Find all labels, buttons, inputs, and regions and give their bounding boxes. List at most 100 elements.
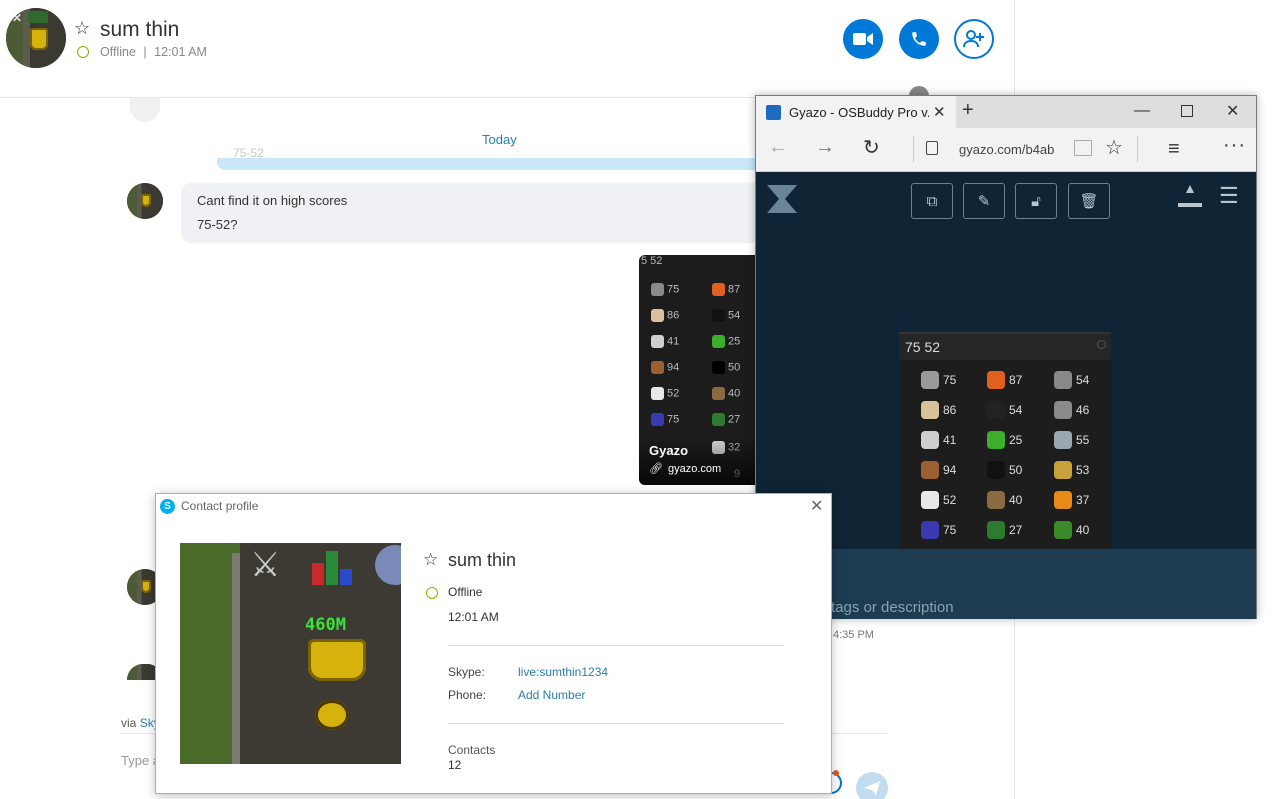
skill-level: 55 bbox=[1076, 433, 1090, 447]
add-number-link[interactable]: Add Number bbox=[518, 688, 585, 702]
unlock-button[interactable]: 🔓︎ bbox=[1015, 183, 1057, 219]
hitpoints-icon bbox=[987, 371, 1005, 389]
mask-icon bbox=[712, 361, 725, 374]
contact-name[interactable]: sum thin bbox=[100, 18, 179, 42]
message-bubble[interactable]: Cant find it on high scores 75-52? bbox=[181, 183, 801, 243]
video-camera-icon bbox=[853, 33, 873, 45]
thieving-icon bbox=[987, 461, 1005, 479]
smithing-icon bbox=[1054, 401, 1072, 419]
fishing-icon bbox=[1054, 431, 1072, 449]
more-icon[interactable]: ··· bbox=[1223, 134, 1246, 157]
skill-level: 46 bbox=[1076, 403, 1090, 417]
skill-cell: 25 bbox=[987, 431, 1022, 449]
skype-id-link[interactable]: live:sumthin1234 bbox=[518, 665, 608, 679]
screenshot-search-bar: 75 52 bbox=[899, 334, 1111, 360]
profile-favorite-star-icon[interactable]: ☆ bbox=[423, 550, 438, 570]
message-avatar[interactable] bbox=[127, 183, 163, 219]
profile-divider bbox=[448, 723, 784, 724]
refresh-icon[interactable]: ↻ bbox=[863, 135, 880, 160]
thumb-cell: 94 bbox=[651, 361, 679, 374]
thumb-cell: 50 bbox=[712, 361, 740, 374]
skill-cell: 37 bbox=[1054, 491, 1089, 509]
contact-avatar[interactable]: ✕ bbox=[6, 8, 66, 68]
edit-icon: ✎ bbox=[977, 193, 991, 210]
tab-close-icon[interactable]: ✕ bbox=[933, 103, 946, 121]
address-bar[interactable]: gyazo.com/b4ab bbox=[959, 142, 1054, 157]
skill-level: 41 bbox=[943, 433, 957, 447]
reading-view-icon[interactable] bbox=[1074, 140, 1092, 156]
herb-icon bbox=[712, 335, 725, 348]
gyazo-logo-icon[interactable] bbox=[767, 185, 797, 213]
minimize-button[interactable]: — bbox=[1134, 102, 1150, 120]
browser-tab[interactable]: Gyazo - OSBuddy Pro v. ✕ bbox=[756, 96, 956, 128]
notification-dot bbox=[833, 770, 839, 776]
preview-site-url: gyazo.com bbox=[667, 462, 722, 475]
phone-label: Phone: bbox=[448, 688, 487, 702]
close-window-button[interactable]: ✕ bbox=[1226, 101, 1239, 121]
browser-tabbar: Gyazo - OSBuddy Pro v. ✕ + — ✕ bbox=[756, 96, 1256, 128]
browser-navbar: ← → ↻ gyazo.com/b4ab ☆ ≡ ··· bbox=[756, 128, 1256, 172]
skill-cell: 86 bbox=[921, 401, 956, 419]
favorite-star-icon[interactable]: ☆ bbox=[1105, 135, 1123, 160]
cooking-icon bbox=[1054, 461, 1072, 479]
skill-level: 27 bbox=[1009, 523, 1023, 537]
gyazo-link-preview[interactable]: 5 52 75 87 86 54 41 25 94 50 52 40 75 27… bbox=[639, 255, 757, 485]
strength-icon bbox=[921, 401, 939, 419]
skill-cell: 94 bbox=[921, 461, 956, 479]
message-timestamp: 4:35 PM bbox=[833, 629, 874, 641]
profile-window-title: Contact profile bbox=[181, 499, 259, 513]
send-button[interactable] bbox=[856, 772, 888, 799]
audio-call-button[interactable] bbox=[899, 19, 939, 59]
video-call-button[interactable] bbox=[843, 19, 883, 59]
upload-icon[interactable] bbox=[1178, 185, 1202, 207]
wizard-hat-icon bbox=[651, 413, 664, 426]
unlock-icon: 🔓︎ bbox=[1031, 192, 1041, 210]
sword-icon bbox=[651, 283, 664, 296]
favorite-star-icon[interactable]: ☆ bbox=[74, 18, 90, 39]
contact-profile-window[interactable]: S Contact profile ✕ ⚔ 460M ☆ sum thin Of… bbox=[155, 493, 832, 794]
forward-icon[interactable]: → bbox=[815, 136, 835, 159]
profile-close-icon[interactable]: ✕ bbox=[810, 496, 823, 516]
agility-icon bbox=[987, 401, 1005, 419]
attack-icon bbox=[921, 371, 939, 389]
skill-cell: 75 bbox=[921, 521, 956, 539]
skill-level: 40 bbox=[1076, 523, 1090, 537]
contact-status: Offline bbox=[100, 45, 136, 59]
skill-level: 40 bbox=[1009, 493, 1023, 507]
search-icon bbox=[1097, 340, 1106, 349]
last-seen-time: 12:01 AM bbox=[154, 45, 207, 59]
send-icon bbox=[864, 781, 880, 795]
skill-cell: 75 bbox=[921, 371, 956, 389]
back-icon[interactable]: ← bbox=[768, 136, 788, 159]
lock-icon[interactable] bbox=[926, 141, 938, 155]
profile-divider bbox=[448, 645, 784, 646]
add-people-button[interactable] bbox=[954, 19, 994, 59]
skill-level: 87 bbox=[1009, 373, 1023, 387]
profile-name: sum thin bbox=[448, 550, 517, 570]
menu-icon[interactable]: ☰ bbox=[1219, 183, 1239, 209]
contact-status-line: Offline | 12:01 AM bbox=[100, 45, 207, 59]
maximize-button[interactable] bbox=[1181, 105, 1193, 117]
profile-time: 12:01 AM bbox=[448, 610, 499, 624]
thumb-cell: 75 bbox=[651, 413, 679, 426]
open-external-button[interactable]: ⧉ bbox=[911, 183, 953, 219]
via-line: via Sky bbox=[121, 716, 160, 730]
crafting-icon bbox=[987, 491, 1005, 509]
hub-icon[interactable]: ≡ bbox=[1168, 138, 1180, 161]
description-placeholder: tags or description bbox=[831, 599, 954, 616]
thumb-cell: 87 bbox=[712, 283, 740, 296]
delete-button[interactable]: 🗑︎ bbox=[1068, 183, 1110, 219]
new-tab-icon[interactable]: + bbox=[962, 99, 974, 122]
prayer-icon bbox=[921, 491, 939, 509]
status-indicator-icon bbox=[77, 46, 89, 58]
nav-separator bbox=[913, 136, 914, 162]
shield-icon bbox=[651, 335, 664, 348]
nav-separator bbox=[1137, 136, 1138, 162]
crossed-swords-icon: ⚔ bbox=[250, 546, 281, 584]
skill-cell: 53 bbox=[1054, 461, 1089, 479]
edit-button[interactable]: ✎ bbox=[963, 183, 1005, 219]
money-pouch-icon bbox=[315, 700, 349, 730]
skill-level: 37 bbox=[1076, 493, 1090, 507]
external-link-icon: ⧉ bbox=[926, 192, 938, 210]
status-separator: | bbox=[143, 45, 147, 59]
